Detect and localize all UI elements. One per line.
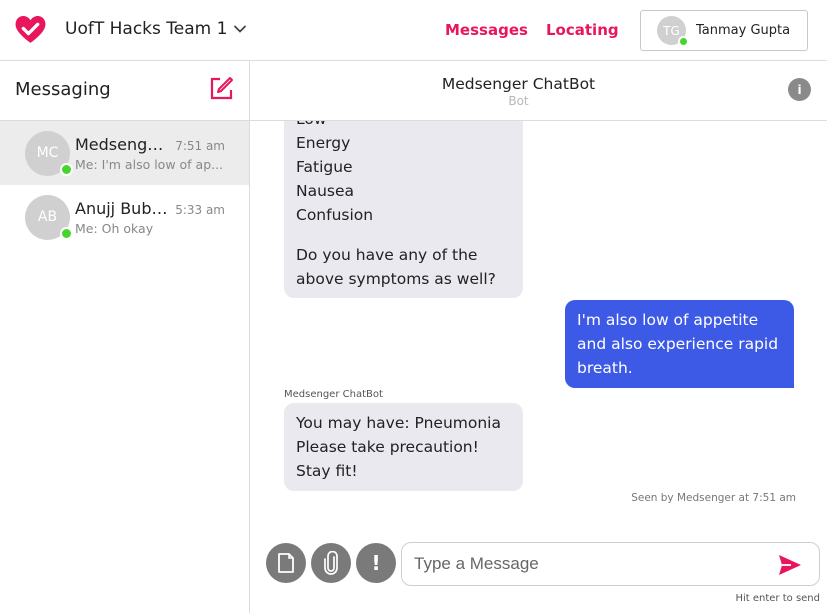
conversation-preview: Me: Oh okay — [75, 220, 154, 236]
chat-title: Medsenger ChatBot — [441, 75, 596, 93]
conversation-info: Medsenger... 7:51 am Me: I'm also low of… — [75, 135, 225, 172]
symptom-line: Energy — [296, 134, 351, 152]
document-icon — [278, 553, 294, 573]
conversation-header-row: Anujj Bubna 5:33 am — [75, 199, 225, 218]
team-name: UofT Hacks Team 1 — [65, 19, 228, 39]
my-message-bubble: I'm also low of appetite and also experi… — [565, 300, 794, 388]
message-list[interactable]: Low Energy Fatigue Nausea Confusion Do y… — [250, 121, 827, 516]
conversation-header-row: Medsenger... 7:51 am — [75, 135, 225, 154]
bot-question: Do you have any of the above symptoms as… — [296, 246, 496, 288]
conversation-item-medsenger[interactable]: MC Medsenger... 7:51 am Me: I'm also low… — [0, 121, 249, 185]
info-icon[interactable]: i — [788, 78, 811, 101]
alert-button[interactable]: ! — [356, 543, 396, 583]
avatar-initials: MC — [36, 145, 59, 161]
message-input[interactable] — [401, 542, 820, 586]
team-selector[interactable]: UofT Hacks Team 1 — [65, 19, 247, 39]
conversation-name: Anujj Bubna — [75, 198, 172, 218]
nav-messages-link[interactable]: Messages — [445, 21, 528, 39]
avatar: MC — [25, 130, 73, 176]
chevron-down-icon — [234, 25, 247, 33]
conversation-name: Medsenger... — [75, 134, 172, 154]
conversation-sidebar: Messaging MC Medsenger... 7:51 am Me: I'… — [0, 61, 250, 613]
conversation-time: 7:51 am — [175, 138, 225, 153]
top-bar: UofT Hacks Team 1 Messages Locating TG T… — [0, 0, 827, 61]
user-menu-button[interactable]: TG Tanmay Gupta — [640, 10, 808, 51]
chat-subtitle: Bot — [508, 94, 529, 108]
conversation-preview: Me: I'm also low of ap... — [75, 156, 224, 172]
nav-locating-link[interactable]: Locating — [546, 21, 619, 39]
symptom-line: Fatigue — [296, 158, 353, 176]
heart-check-logo-icon[interactable] — [14, 13, 47, 46]
sidebar-title: Messaging — [15, 79, 111, 100]
user-avatar: TG — [657, 16, 689, 47]
user-initials: TG — [663, 23, 680, 38]
online-status-dot — [678, 36, 689, 47]
message-composer: ! — [250, 538, 827, 588]
compose-icon[interactable] — [209, 76, 234, 101]
seen-receipt: Seen by Medsenger at 7:51 am — [631, 492, 796, 504]
avatar: AB — [25, 194, 73, 240]
online-status-dot — [60, 226, 73, 240]
bot-message-bubble: Low Energy Fatigue Nausea Confusion Do y… — [284, 121, 523, 298]
online-status-dot — [60, 162, 73, 176]
symptom-line: Nausea — [296, 182, 355, 200]
conversation-item-anujj[interactable]: AB Anujj Bubna 5:33 am Me: Oh okay — [0, 185, 249, 249]
conversation-info: Anujj Bubna 5:33 am Me: Oh okay — [75, 199, 225, 236]
sidebar-header: Messaging — [0, 61, 249, 121]
symptom-line: Low — [296, 121, 511, 131]
send-icon[interactable] — [778, 554, 802, 576]
send-hint: Hit enter to send — [735, 593, 820, 604]
paperclip-icon — [324, 551, 338, 575]
alert-icon: ! — [371, 551, 381, 575]
symptom-line: Confusion — [296, 206, 374, 224]
conversation-time: 5:33 am — [175, 202, 225, 217]
user-name: Tanmay Gupta — [696, 23, 791, 38]
avatar-initials: AB — [37, 209, 58, 225]
message-sender-label: Medsenger ChatBot — [284, 389, 383, 400]
document-button[interactable] — [266, 543, 306, 583]
attach-button[interactable] — [311, 543, 351, 583]
chat-header: Medsenger ChatBot Bot i — [250, 61, 827, 121]
bot-message-bubble: You may have: Pneumonia Please take prec… — [284, 403, 523, 491]
